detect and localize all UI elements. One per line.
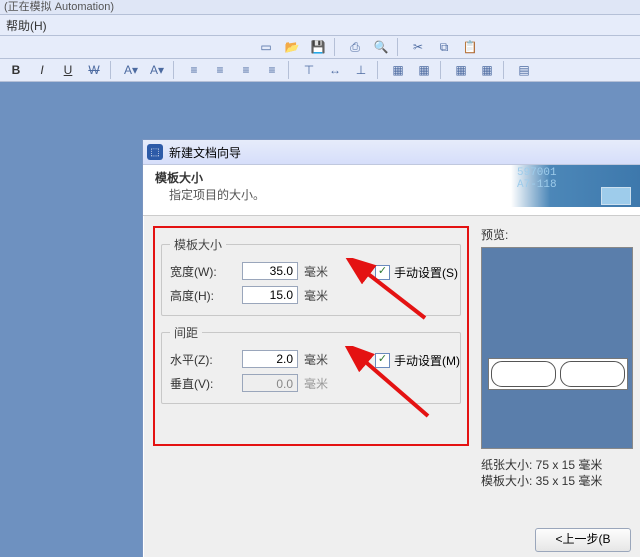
- horizontal-unit: 毫米: [304, 351, 334, 368]
- width-unit: 毫米: [304, 263, 334, 280]
- manual-size-label: 手动设置(S): [394, 264, 458, 281]
- highlighted-settings: 模板大小 宽度(W): 毫米 ✓ 手动设置(S) 高度(H): 毫米: [153, 226, 469, 446]
- spacing-group: 间距 水平(Z): 毫米 ✓ 手动设置(M) 垂直(V): 0.0 毫米: [161, 324, 461, 404]
- save-icon[interactable]: 💾: [306, 37, 330, 57]
- font-color-icon[interactable]: A▾: [119, 60, 143, 80]
- align-justify-icon[interactable]: ≡: [260, 60, 284, 80]
- send-back-icon[interactable]: ▦: [412, 60, 436, 80]
- spacing-legend: 间距: [170, 324, 202, 341]
- height-unit: 毫米: [304, 287, 334, 304]
- checkbox-icon: ✓: [375, 353, 390, 368]
- height-label: 高度(H):: [170, 287, 236, 304]
- horizontal-input[interactable]: [242, 350, 298, 368]
- dialog-titlebar[interactable]: ⬚ 新建文档向导: [143, 140, 640, 165]
- preview-label: 预览:: [481, 226, 631, 243]
- separator: [377, 61, 382, 79]
- wizard-dialog: ⬚ 新建文档向导 模板大小 指定项目的大小。 597001A7-118 模板大小…: [142, 139, 640, 557]
- highlight-icon[interactable]: A▾: [145, 60, 169, 80]
- separator: [110, 61, 115, 79]
- valign-top-icon[interactable]: ⊤: [297, 60, 321, 80]
- manual-spacing-checkbox[interactable]: ✓ 手动设置(M): [375, 352, 460, 369]
- copy-icon[interactable]: ⧉: [432, 37, 456, 57]
- valign-bot-icon[interactable]: ⊥: [349, 60, 373, 80]
- app-icon: ⬚: [147, 144, 163, 160]
- wizard-buttons: <上一步(B: [143, 528, 640, 552]
- bring-front-icon[interactable]: ▦: [386, 60, 410, 80]
- paper-size-info: 纸张大小: 75 x 15 毫米: [481, 457, 631, 473]
- preview-label-shape: [491, 361, 556, 387]
- menubar[interactable]: 帮助(H): [0, 15, 640, 36]
- template-size-group: 模板大小 宽度(W): 毫米 ✓ 手动设置(S) 高度(H): 毫米: [161, 236, 461, 316]
- group-icon[interactable]: ▦: [449, 60, 473, 80]
- bold-icon[interactable]: B: [4, 60, 28, 80]
- print-icon[interactable]: ⎙: [343, 37, 367, 57]
- horizontal-label: 水平(Z):: [170, 351, 236, 368]
- paste-icon[interactable]: 📋: [458, 37, 482, 57]
- width-input[interactable]: [242, 262, 298, 280]
- separator: [334, 38, 339, 56]
- dialog-title: 新建文档向导: [169, 144, 241, 161]
- align-center-icon[interactable]: ≡: [208, 60, 232, 80]
- underline-icon[interactable]: U: [56, 60, 80, 80]
- cut-icon[interactable]: ✂: [406, 37, 430, 57]
- template-size-legend: 模板大小: [170, 236, 226, 253]
- separator: [173, 61, 178, 79]
- height-input[interactable]: [242, 286, 298, 304]
- separator: [288, 61, 293, 79]
- toolbar-standard[interactable]: ▭ 📂 💾 ⎙ 🔍 ✂ ⧉ 📋: [0, 36, 640, 59]
- preview-label-shape: [560, 361, 625, 387]
- new-icon[interactable]: ▭: [254, 37, 278, 57]
- open-icon[interactable]: 📂: [280, 37, 304, 57]
- strike-icon[interactable]: W: [82, 60, 106, 80]
- back-button[interactable]: <上一步(B: [535, 528, 631, 552]
- separator: [503, 61, 508, 79]
- preview-icon[interactable]: 🔍: [369, 37, 393, 57]
- italic-icon[interactable]: I: [30, 60, 54, 80]
- preview-box: [481, 247, 633, 449]
- banner-decoration: 597001A7-118: [511, 165, 640, 207]
- manual-size-checkbox[interactable]: ✓ 手动设置(S): [375, 264, 458, 281]
- manual-spacing-label: 手动设置(M): [394, 352, 460, 369]
- toolbar-formatting[interactable]: B I U W A▾ A▾ ≡ ≡ ≡ ≡ ⊤ ↔ ⊥ ▦ ▦ ▦ ▦ ▤: [0, 59, 640, 82]
- align-left-icon[interactable]: ≡: [182, 60, 206, 80]
- separator: [440, 61, 445, 79]
- titlebar-text: (正在模拟 Automation): [4, 1, 114, 13]
- vertical-input: 0.0: [242, 374, 298, 392]
- align-right-icon[interactable]: ≡: [234, 60, 258, 80]
- menu-help[interactable]: 帮助(H): [6, 17, 47, 34]
- template-size-info: 模板大小: 35 x 15 毫米: [481, 473, 631, 489]
- vertical-unit: 毫米: [304, 375, 334, 392]
- vertical-label: 垂直(V):: [170, 375, 236, 392]
- titlebar: (正在模拟 Automation): [0, 0, 640, 15]
- word-app: (正在模拟 Automation) 帮助(H) ▭ 📂 💾 ⎙ 🔍 ✂ ⧉ 📋 …: [0, 0, 640, 557]
- checkbox-icon: ✓: [375, 265, 390, 280]
- preview-panel: 预览: 纸张大小: 75 x 15 毫米 模板大小: 35 x 15 毫米: [481, 226, 631, 526]
- preview-sheet: [488, 358, 628, 390]
- dialog-body: 模板大小 宽度(W): 毫米 ✓ 手动设置(S) 高度(H): 毫米: [143, 216, 640, 534]
- dialog-banner: 模板大小 指定项目的大小。 597001A7-118: [143, 165, 640, 216]
- ungroup-icon[interactable]: ▦: [475, 60, 499, 80]
- grid-icon[interactable]: ▤: [512, 60, 536, 80]
- valign-mid-icon[interactable]: ↔: [323, 60, 347, 80]
- width-label: 宽度(W):: [170, 263, 236, 280]
- separator: [397, 38, 402, 56]
